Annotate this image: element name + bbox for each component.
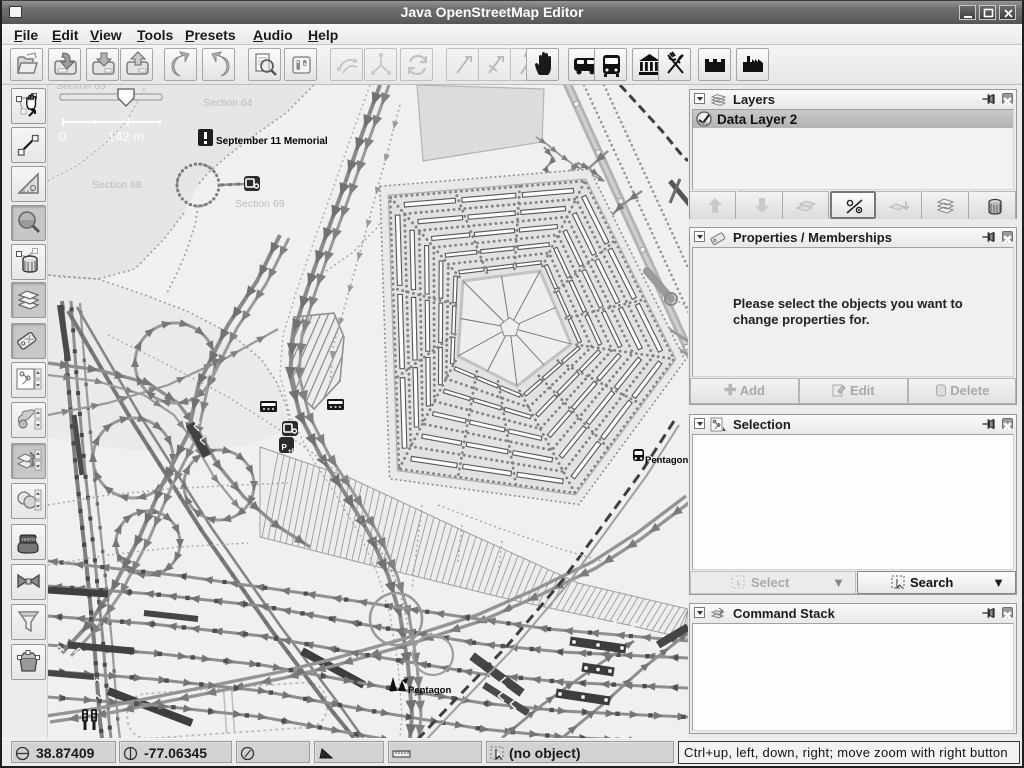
svg-text:0: 0 bbox=[59, 129, 66, 144]
svg-text:Section 69: Section 69 bbox=[235, 198, 285, 210]
svg-text:September 11 Memorial: September 11 Memorial bbox=[216, 136, 328, 147]
svg-text:Pentagon: Pentagon bbox=[408, 685, 451, 696]
svg-text:P: P bbox=[282, 443, 288, 452]
svg-text:142 m: 142 m bbox=[108, 129, 144, 144]
svg-text:Section 65: Section 65 bbox=[56, 85, 106, 92]
svg-text:Pentagon: Pentagon bbox=[645, 455, 688, 466]
svg-text:+R: +R bbox=[288, 449, 297, 455]
svg-text:Section 68: Section 68 bbox=[92, 179, 142, 191]
svg-text:Section 64: Section 64 bbox=[203, 97, 253, 109]
svg-text:HISTORY: HISTORY bbox=[22, 537, 42, 542]
